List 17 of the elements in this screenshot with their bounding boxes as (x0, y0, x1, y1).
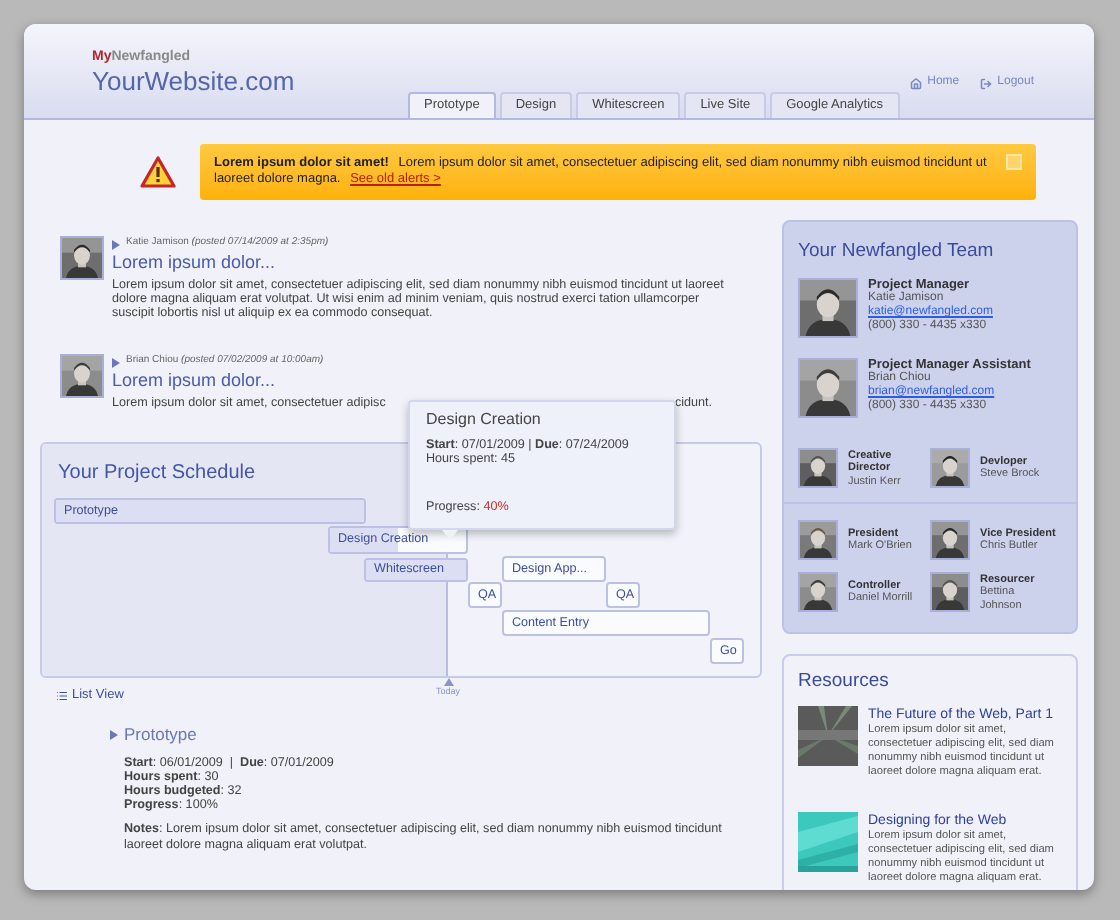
site-title: YourWebsite.com (92, 66, 297, 96)
task-title-link[interactable]: Prototype (110, 722, 762, 748)
logout-icon (979, 77, 992, 89)
post-title[interactable]: Lorem ipsum dolor... (112, 252, 732, 274)
home-icon (909, 77, 922, 89)
schedule-title: Your Project Schedule (58, 460, 256, 488)
warning-icon (140, 156, 176, 188)
resources-title: Resources (798, 668, 891, 696)
arrow-icon (112, 357, 120, 367)
list-icon (56, 689, 68, 702)
expand-arrow-icon (110, 729, 118, 740)
arrow-icon (112, 239, 120, 249)
team-title: Your Newfangled Team (798, 238, 996, 266)
tooltip-title: Design Creation (426, 410, 543, 430)
post-title[interactable]: Lorem ipsum dolor... (112, 370, 732, 392)
arrow-up-icon (443, 678, 453, 686)
close-button[interactable] (1006, 154, 1022, 170)
